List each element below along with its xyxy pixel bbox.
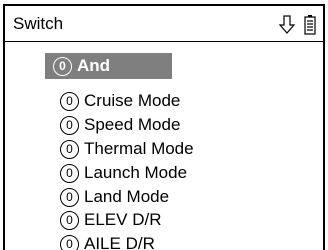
list-item-label: And [77, 56, 111, 75]
list-item-land-mode[interactable]: 0 Land Mode [49, 185, 169, 209]
list-item-cruise-mode[interactable]: 0 Cruise Mode [49, 89, 180, 113]
page-title: Switch [13, 14, 64, 33]
list-item-label: Launch Mode [84, 163, 188, 182]
list-item-label: Speed Mode [84, 115, 181, 134]
list-item-aile-dr[interactable]: 0 AILE D/R [49, 232, 155, 250]
circled-number-icon: 0 [53, 56, 72, 76]
list-item-label: ELEV D/R [84, 210, 162, 229]
list-item-label: Cruise Mode [84, 91, 181, 110]
list-item-label: Land Mode [84, 187, 170, 206]
list-item-elev-dr[interactable]: 0 ELEV D/R [49, 208, 161, 232]
list-item-launch-mode[interactable]: 0 Launch Mode [49, 161, 187, 185]
list-item-label: AILE D/R [84, 234, 155, 250]
down-arrow-icon[interactable] [278, 14, 296, 36]
circled-number-icon: 0 [60, 187, 79, 207]
circled-number-icon: 0 [60, 234, 79, 250]
circled-number-icon: 0 [60, 163, 79, 183]
circled-number-icon: 0 [60, 210, 79, 230]
header-bar: Switch [5, 6, 323, 42]
switch-screen: Switch 0 And 0 Cruise Mode 0 Speed Mode … [3, 4, 325, 250]
circled-number-icon: 0 [60, 139, 79, 159]
list-item-thermal-mode[interactable]: 0 Thermal Mode [49, 137, 194, 161]
circled-number-icon: 0 [60, 91, 79, 111]
circled-number-icon: 0 [60, 115, 79, 135]
list-item-label: Thermal Mode [84, 139, 194, 158]
list-item-speed-mode[interactable]: 0 Speed Mode [49, 113, 180, 137]
list-item-and[interactable]: 0 And [45, 53, 172, 79]
battery-icon [301, 14, 319, 36]
